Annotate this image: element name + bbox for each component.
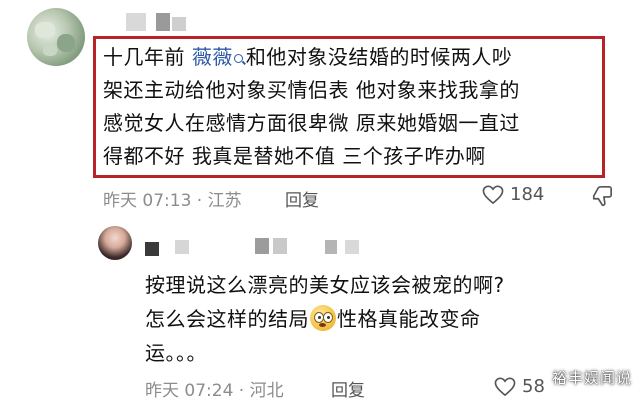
comment-location: 江苏	[207, 191, 242, 211]
username-redacted	[145, 238, 375, 256]
avatar[interactable]	[27, 8, 85, 66]
comment-body-line: 怎么会这样的结局 性格真能改变命	[145, 304, 481, 334]
comment-body-line: 架还主动给他对象买情侣表 他对象来找我拿的	[103, 78, 520, 102]
avatar[interactable]	[98, 226, 132, 260]
watermark: 裕丰娱闻说	[551, 369, 632, 387]
comment-body-line: 运。。。	[145, 341, 207, 365]
like-count: 184	[510, 184, 545, 205]
mention-link[interactable]: 薇薇	[192, 45, 233, 69]
comment-body-line: 感觉女人在感情方面很卑微 原来她婚姻一直过	[103, 111, 520, 135]
comment-text-segment: 怎么会这样的结局	[145, 307, 309, 331]
comment-body-line: 按理说这么漂亮的美女应该会被宠的啊?	[145, 273, 505, 297]
comment-body-line: 十几年前 薇薇 和他对象没结婚的时候两人吵	[103, 42, 512, 72]
comment-text-segment: 十几年前	[103, 45, 192, 69]
heart-outline-icon	[494, 377, 516, 396]
like-button[interactable]: 58	[494, 376, 545, 397]
comment-time: 昨天 07:24	[145, 381, 234, 401]
meta-dot: ·	[191, 191, 208, 211]
shocked-face-emoji	[310, 305, 336, 331]
comment-text-segment: 和他对象没结婚的时候两人吵	[245, 45, 513, 69]
comment-time: 昨天 07:13	[103, 191, 192, 211]
username-redacted	[126, 13, 186, 31]
comment-text-segment: 性格真能改变命	[337, 307, 481, 331]
like-button[interactable]: 184	[482, 184, 544, 205]
comment-body-line: 得都不好 我真是替她不值 三个孩子咋办啊	[103, 144, 486, 168]
comment-location: 河北	[249, 381, 284, 401]
comment-meta: 昨天 07:24 · 河北	[145, 376, 284, 401]
search-mini-icon[interactable]	[233, 54, 244, 64]
like-count: 58	[522, 376, 545, 397]
reply-button[interactable]: 回复	[285, 186, 319, 211]
comment-meta: 昨天 07:13 · 江苏	[103, 186, 242, 211]
reply-button[interactable]: 回复	[331, 376, 365, 401]
dislike-icon[interactable]	[591, 185, 613, 207]
meta-dot: ·	[233, 381, 250, 401]
heart-outline-icon	[482, 185, 504, 204]
